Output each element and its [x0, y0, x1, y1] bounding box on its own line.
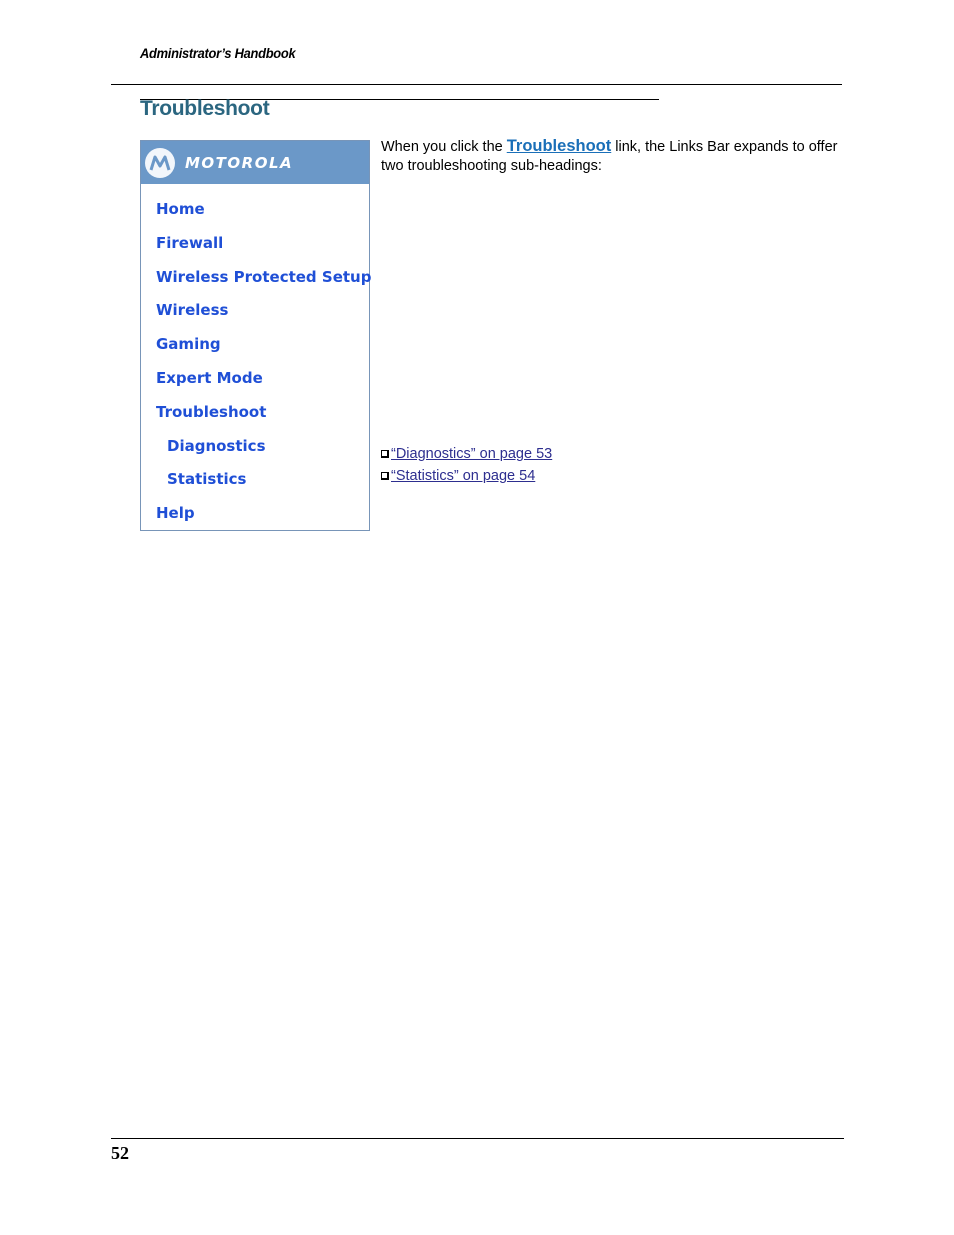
xref-list: “Diagnostics” on page 53 “Statistics” on… — [381, 443, 552, 487]
section-title: Troubleshoot — [140, 97, 270, 120]
page-number: 52 — [111, 1143, 129, 1163]
body-text-before: When you click the — [381, 139, 507, 155]
link-diagnostics[interactable]: Diagnostics — [167, 437, 266, 455]
xref-statistics-link[interactable]: “Statistics” on page 54 — [391, 465, 535, 487]
link-firewall[interactable]: Firewall — [156, 234, 223, 252]
link-statistics[interactable]: Statistics — [167, 470, 246, 488]
header-rule — [111, 84, 842, 85]
link-gaming[interactable]: Gaming — [156, 335, 221, 353]
links-bar-header: MOTOROLA — [141, 141, 369, 184]
checkbox-bullet-icon — [381, 450, 389, 458]
brand-name: MOTOROLA — [185, 153, 294, 172]
motorola-batwing-icon — [145, 147, 175, 178]
running-header: Administrator’s Handbook — [140, 45, 296, 61]
link-help[interactable]: Help — [156, 504, 195, 522]
xref-item: “Statistics” on page 54 — [381, 465, 552, 487]
footer-rule — [111, 1138, 844, 1139]
checkbox-bullet-icon — [381, 472, 389, 480]
link-home[interactable]: Home — [156, 200, 205, 218]
xref-diagnostics-link[interactable]: “Diagnostics” on page 53 — [391, 443, 552, 465]
xref-item: “Diagnostics” on page 53 — [381, 443, 552, 465]
link-wireless-protected-setup[interactable]: Wireless Protected Setup — [156, 268, 371, 286]
link-expert-mode[interactable]: Expert Mode — [156, 369, 263, 387]
links-bar-screenshot: MOTOROLA Home Firewall Wireless Protecte… — [140, 140, 371, 531]
link-wireless[interactable]: Wireless — [156, 301, 228, 319]
troubleshoot-inline-link[interactable]: Troubleshoot — [507, 137, 612, 155]
body-paragraph: When you click the Troubleshoot link, th… — [381, 137, 841, 176]
link-troubleshoot[interactable]: Troubleshoot — [156, 403, 266, 421]
